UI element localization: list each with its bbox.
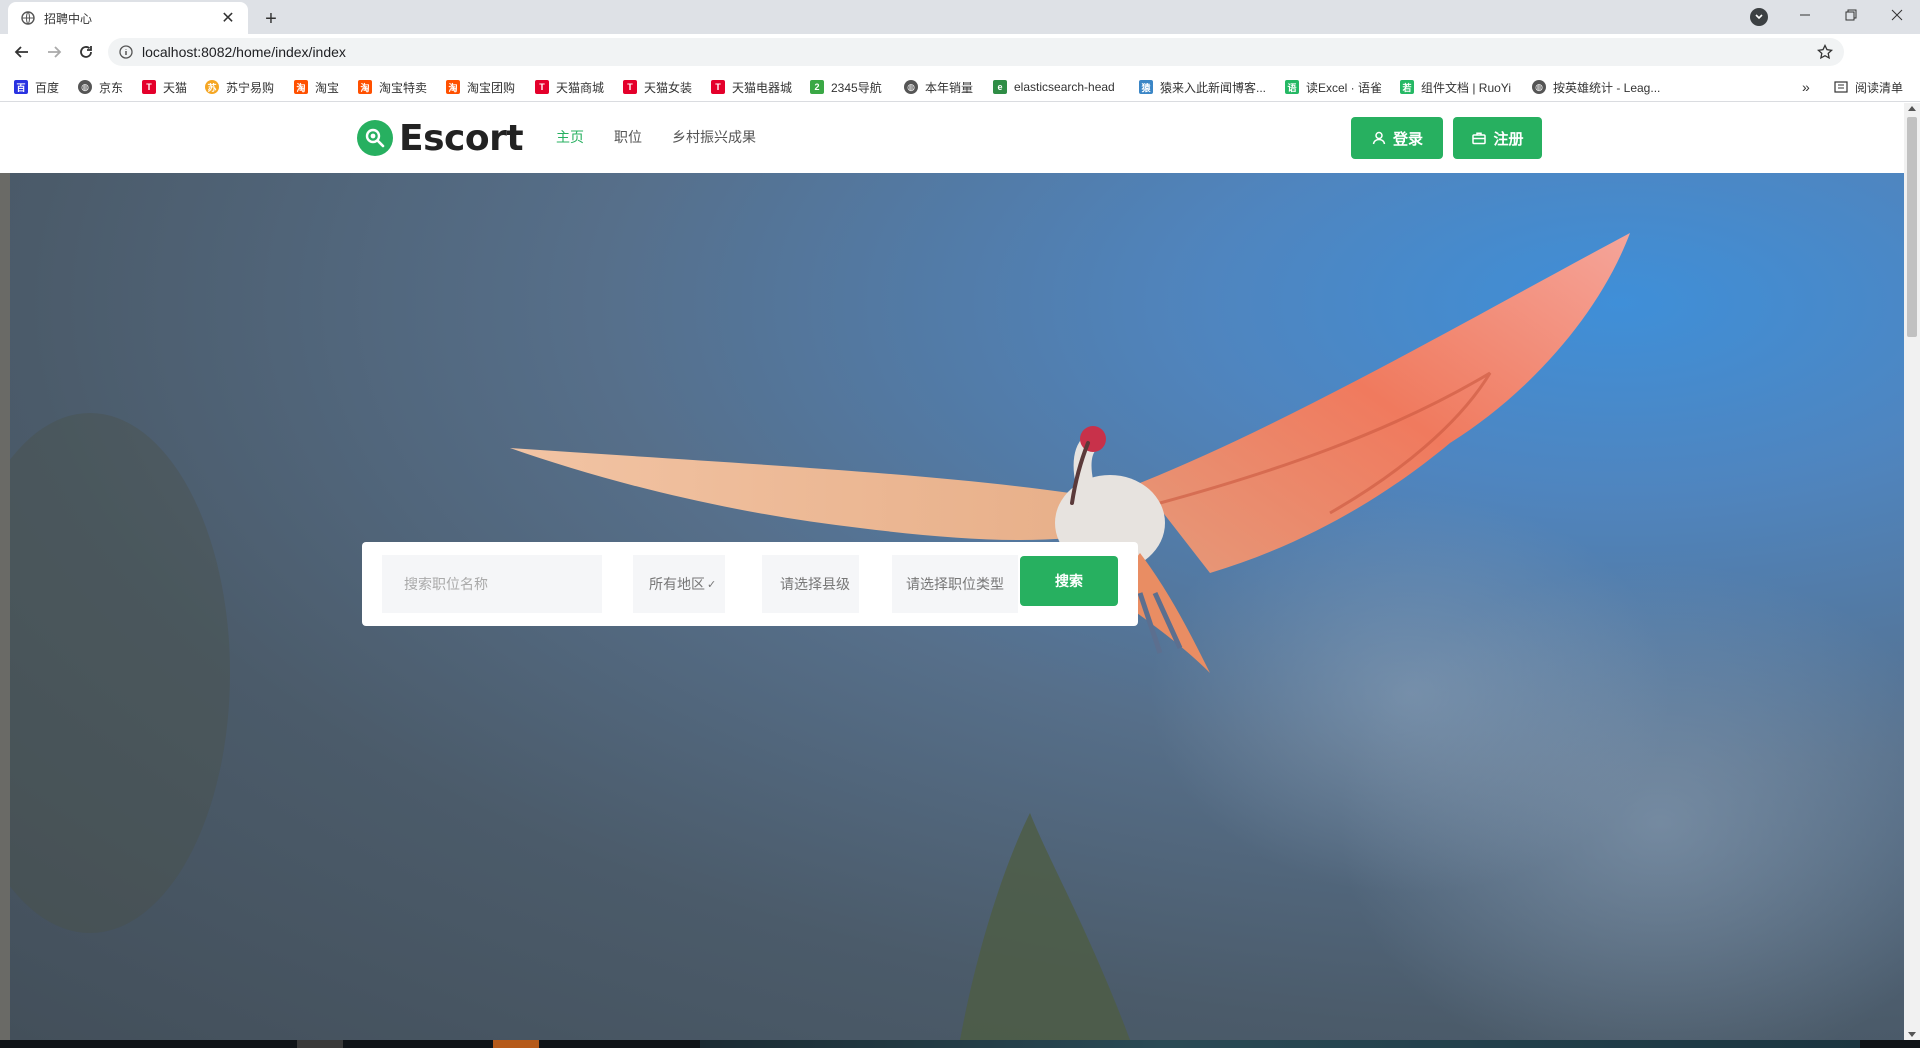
bookmark-item[interactable]: T 天猫女装 [623, 78, 692, 96]
taobao-icon: 淘 [294, 80, 308, 94]
scrollbar-thumb[interactable] [1907, 117, 1917, 337]
tab-title: 招聘中心 [44, 11, 93, 26]
taskbar-app[interactable] [493, 1040, 539, 1048]
new-tab-button[interactable]: + [258, 6, 284, 32]
back-button[interactable] [8, 38, 36, 66]
logo-text: Escort [399, 117, 524, 159]
scroll-down-arrow-icon[interactable] [1908, 1032, 1916, 1037]
close-tab-icon[interactable]: ✕ [218, 8, 238, 28]
close-window-button[interactable] [1874, 0, 1920, 30]
bookmark-item[interactable]: T 天猫电器城 [711, 78, 792, 96]
briefcase-icon [1471, 130, 1487, 146]
logo-search-icon [357, 120, 393, 156]
register-button[interactable]: 注册 [1453, 117, 1542, 159]
os-taskbar [0, 1040, 1920, 1048]
register-label: 注册 [1493, 130, 1524, 148]
bookmark-item[interactable]: T 天猫商城 [535, 78, 604, 96]
restore-button[interactable] [1828, 0, 1874, 30]
browser-tab-active[interactable]: 招聘中心 ✕ [8, 2, 248, 34]
bookmark-item[interactable]: 若组件文档 | RuoYi [1400, 78, 1511, 96]
job-name-field[interactable] [382, 555, 602, 613]
hero-left-edge [0, 173, 10, 1040]
site-header: Escort 主页 职位 乡村振兴成果 登录 注册 [0, 103, 1904, 173]
scroll-up-arrow-icon[interactable] [1908, 106, 1916, 111]
bookmark-item[interactable]: ◍ 京东 [78, 78, 123, 96]
chevron-down-icon: ✓ [707, 578, 717, 591]
bookmark-item[interactable]: 2 2345导航 [810, 78, 882, 96]
region-select[interactable]: 所有地区 ✓ [633, 555, 725, 613]
bookmark-item[interactable]: 语读Excel · 语雀 [1285, 78, 1382, 96]
page-viewport: Escort 主页 职位 乡村振兴成果 登录 注册 搜索职位名称 所有地区 ✓ … [0, 103, 1904, 1040]
bookmark-item[interactable]: 苏苏宁易购 [205, 78, 274, 96]
nav2345-icon: 2 [810, 80, 824, 94]
elastic-icon: e [993, 80, 1007, 94]
bookmark-item[interactable]: 淘淘宝 [294, 78, 339, 96]
taobao-icon: 淘 [358, 80, 372, 94]
globe-icon: ◍ [1532, 80, 1546, 94]
page-scrollbar[interactable] [1904, 103, 1920, 1040]
bookmark-item[interactable]: T 天猫 [142, 78, 187, 96]
blog-icon: 猿 [1139, 80, 1153, 94]
minimize-button[interactable] [1782, 0, 1828, 30]
nav-rural-revitalization[interactable]: 乡村振兴成果 [672, 127, 756, 147]
browser-toolbar: localhost:8082/home/index/index [0, 34, 1920, 98]
job-type-select[interactable]: 请选择职位类型 [892, 555, 1018, 613]
taobao-icon: 淘 [446, 80, 460, 94]
taskbar-wallpaper-strip [700, 1040, 1860, 1048]
bookmarks-overflow-button[interactable]: » [1802, 78, 1810, 96]
user-icon [1371, 130, 1387, 146]
tmall-icon: T [711, 80, 725, 94]
search-button[interactable]: 搜索 [1020, 556, 1118, 606]
forward-button[interactable] [40, 38, 68, 66]
reload-button[interactable] [72, 38, 100, 66]
job-type-select-label: 请选择职位类型 [906, 576, 1004, 592]
county-select[interactable]: 请选择县级 [762, 555, 859, 613]
bookmark-item[interactable]: ◍ 按英雄统计 - Leag... [1532, 78, 1660, 96]
site-logo[interactable]: Escort [357, 117, 524, 159]
baidu-icon: 百 [14, 80, 28, 94]
suning-icon: 苏 [205, 80, 219, 94]
ruoyi-icon: 若 [1400, 80, 1414, 94]
globe-icon: ◍ [78, 80, 92, 94]
county-select-label: 请选择县级 [780, 576, 850, 592]
globe-icon [20, 10, 36, 26]
yuque-icon: 语 [1285, 80, 1299, 94]
tmall-icon: T [623, 80, 637, 94]
globe-icon: ◍ [904, 80, 918, 94]
address-bar[interactable]: localhost:8082/home/index/index [108, 38, 1844, 66]
bookmark-item[interactable]: 淘淘宝团购 [446, 78, 515, 96]
main-nav: 主页 职位 乡村振兴成果 [556, 127, 786, 147]
login-button[interactable]: 登录 [1351, 117, 1443, 159]
nav-home[interactable]: 主页 [556, 127, 584, 147]
job-search-panel: 所有地区 ✓ 请选择县级 请选择职位类型 搜索 [362, 542, 1138, 626]
bookmark-item[interactable]: 淘淘宝特卖 [358, 78, 427, 96]
bookmark-item[interactable]: ◍ 本年销量 [904, 78, 973, 96]
job-name-input[interactable] [382, 576, 602, 592]
tmall-icon: T [142, 80, 156, 94]
reading-list-icon [1834, 80, 1848, 94]
bookmarks-bar: 百百度 ◍ 京东 T 天猫 苏苏宁易购 淘淘宝 淘淘宝特卖 淘淘宝团购 T 天猫商城 … [0, 70, 1920, 102]
site-info-icon[interactable] [118, 44, 134, 60]
tmall-icon: T [535, 80, 549, 94]
region-select-label: 所有地区 [649, 576, 705, 592]
login-label: 登录 [1392, 130, 1423, 148]
bookmark-star-icon[interactable] [1816, 43, 1834, 61]
taskbar-app[interactable] [297, 1040, 343, 1048]
nav-jobs[interactable]: 职位 [614, 127, 642, 147]
reading-list-button[interactable]: 阅读清单 [1834, 78, 1903, 96]
tab-strip: 招聘中心 ✕ + [0, 0, 1920, 34]
bookmark-item[interactable]: 猿猿来入此新闻博客... [1139, 78, 1266, 96]
bookmark-item[interactable]: e elasticsearch-head [993, 78, 1115, 96]
tab-search-icon[interactable] [1750, 8, 1768, 26]
bookmark-item[interactable]: 百百度 [14, 78, 59, 96]
url-text: localhost:8082/home/index/index [142, 44, 346, 60]
